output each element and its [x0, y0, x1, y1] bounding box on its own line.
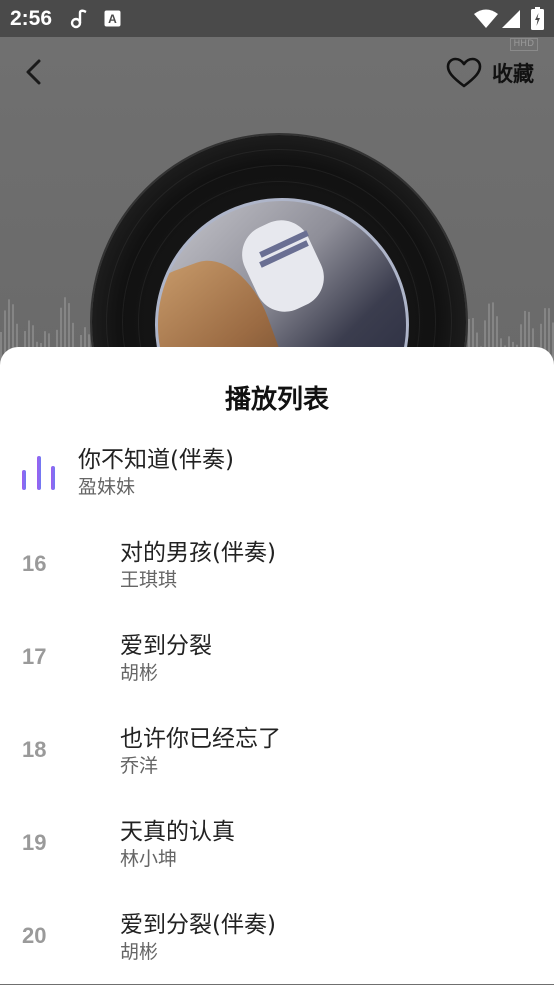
track-artist: 林小坤 — [120, 848, 178, 870]
track-artist: 胡彬 — [120, 941, 159, 963]
track-title: 天真的认真 — [120, 819, 235, 845]
heart-outline-icon — [446, 57, 482, 88]
track-artist: 乔洋 — [120, 755, 159, 777]
back-button[interactable] — [18, 55, 52, 89]
track-title: 爱到分裂(伴奏) — [120, 912, 276, 938]
battery-icon — [531, 7, 544, 34]
track-title: 爱到分裂 — [120, 633, 212, 659]
favorite-button[interactable]: 收藏 — [446, 55, 534, 91]
back-arrow-icon — [26, 59, 41, 85]
now-playing-icon — [22, 456, 55, 490]
list-item[interactable]: 18 也许你已经忘了 乔洋 — [0, 719, 554, 799]
svg-text:A: A — [108, 12, 117, 26]
current-track-title: 你不知道(伴奏) — [78, 447, 234, 473]
track-index: 19 — [22, 830, 47, 855]
status-time: 2:56 — [10, 7, 53, 30]
playlist-sheet: 播放列表 你不知道(伴奏) 盈妹妹 16 对的男孩(伴奏) 王琪琪 17 爱到分… — [0, 347, 554, 984]
wifi-icon — [474, 9, 498, 33]
favorite-label: 收藏 — [492, 62, 534, 86]
track-title: 对的男孩(伴奏) — [120, 540, 276, 566]
track-artist: 胡彬 — [120, 662, 159, 684]
track-index: 16 — [22, 551, 47, 576]
track-artist: 王琪琪 — [120, 569, 178, 591]
vinyl-disc — [92, 135, 466, 367]
playlist-title: 播放列表 — [224, 385, 329, 415]
status-bar: 2:56 A — [0, 0, 554, 37]
signal-icon — [502, 9, 521, 33]
list-item[interactable]: 19 天真的认真 林小坤 — [0, 812, 554, 892]
hd-badge: HHD — [509, 38, 538, 51]
track-index: 18 — [22, 737, 47, 762]
track-index: 17 — [22, 644, 47, 669]
current-track-row[interactable]: 你不知道(伴奏) 盈妹妹 — [0, 440, 554, 520]
track-index: 20 — [22, 923, 47, 948]
notification-a-icon: A — [104, 10, 121, 31]
list-item[interactable]: 16 对的男孩(伴奏) 王琪琪 — [0, 533, 554, 613]
current-track-artist: 盈妹妹 — [78, 476, 136, 498]
player-hero: HHD 收藏 — [0, 37, 554, 367]
track-title: 也许你已经忘了 — [120, 726, 281, 752]
list-item[interactable]: 20 爱到分裂(伴奏) 胡彬 — [0, 905, 554, 985]
list-item[interactable]: 17 爱到分裂 胡彬 — [0, 626, 554, 706]
notification-app-icon — [70, 8, 90, 34]
